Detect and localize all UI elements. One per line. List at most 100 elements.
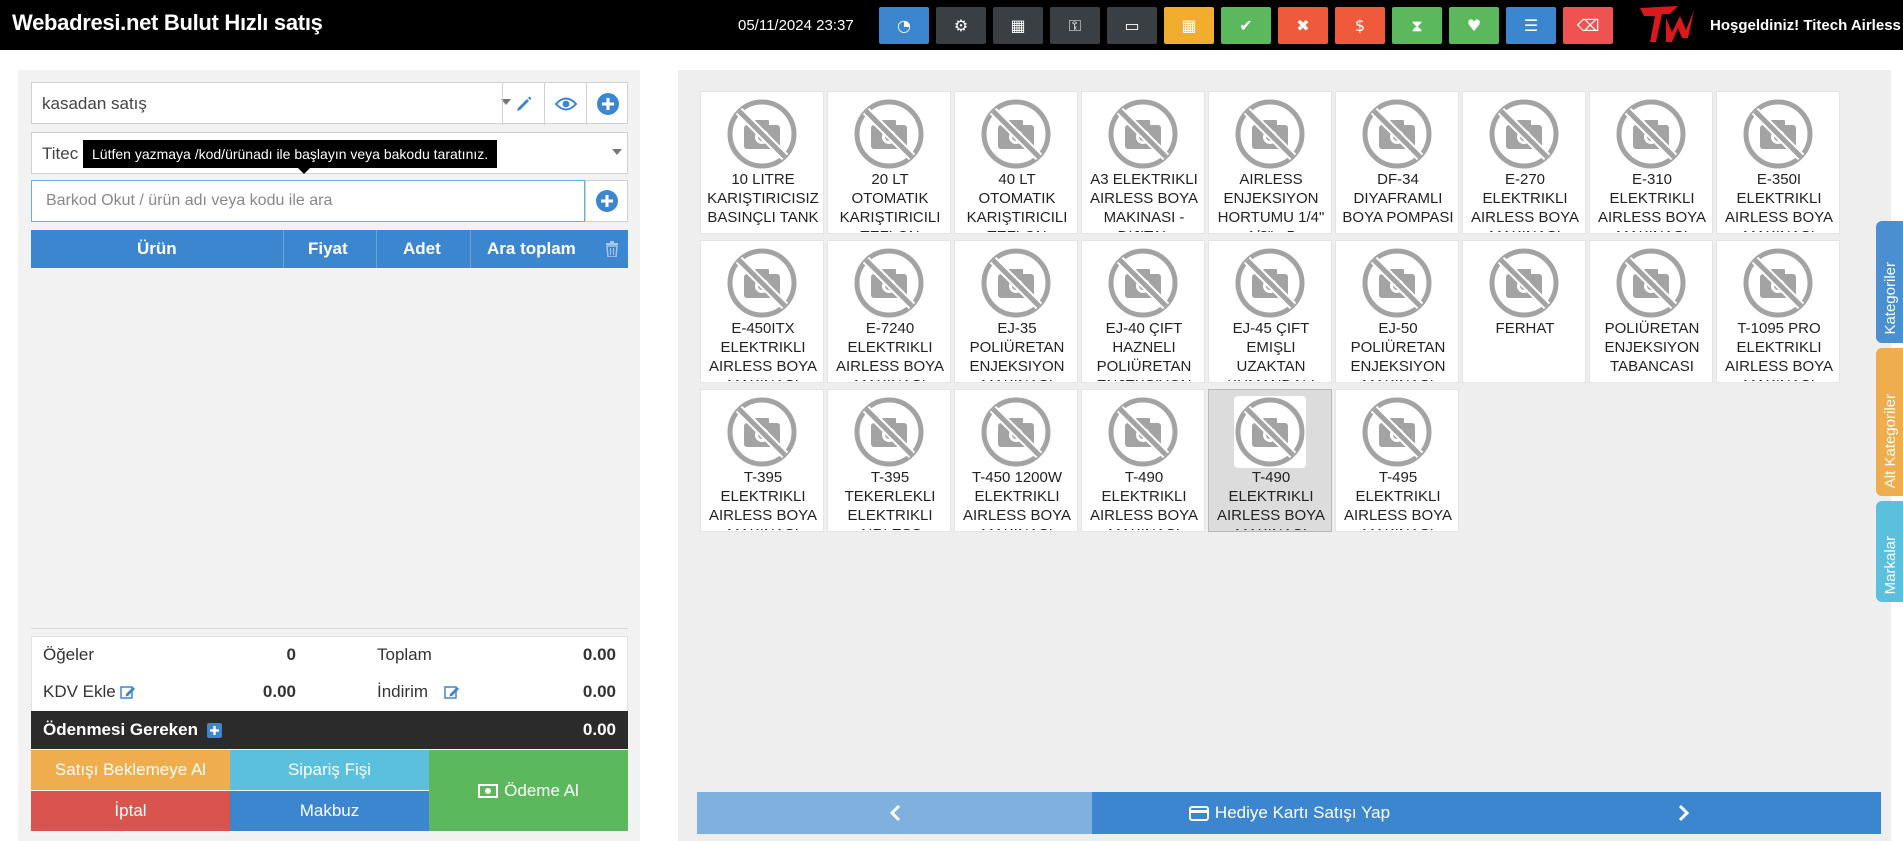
tab-categories[interactable]: Kategoriler (1876, 221, 1903, 343)
product-name: T-1095 PRO ELEKTRIKLI AIRLESS BOYA MAKIN… (1724, 320, 1834, 381)
hold-sale-button[interactable]: Satışı Beklemeye Al (31, 750, 230, 790)
welcome-text: Hoşgeldiniz! Titech Airless (1710, 17, 1901, 34)
no-image-icon (1615, 98, 1687, 170)
add-product-button[interactable] (585, 180, 628, 222)
product-card[interactable]: DF-34 DIYAFRAMLI BOYA POMPASI (1335, 91, 1459, 234)
datetime: 05/11/2024 23:37 (738, 17, 854, 34)
no-image-icon (1488, 247, 1560, 319)
brand-logo (1640, 6, 1694, 42)
product-card[interactable]: T-1095 PRO ELEKTRIKLI AIRLESS BOYA MAKIN… (1716, 240, 1840, 383)
toolbar-button-hourglass[interactable]: ⧗ (1392, 7, 1442, 44)
app-title: Webadresi.net Bulut Hızlı satış (12, 10, 323, 35)
product-card[interactable]: E-7240 ELEKTRIKLI AIRLESS BOYA MAKINASI (827, 240, 951, 383)
no-image-icon (726, 247, 798, 319)
product-card[interactable]: 10 LITRE KARIŞTIRICISIZ BASINÇLI TANK (700, 91, 824, 234)
previous-page-button[interactable] (697, 792, 1092, 834)
toolbar-button-calculator[interactable]: ▦ (993, 7, 1043, 44)
barcode-search-input[interactable] (31, 180, 585, 222)
plus-square-icon[interactable] (207, 723, 222, 738)
toolbar-button-settings[interactable]: ⚙ (936, 7, 986, 44)
toolbar-button-key[interactable]: ⚿ (1050, 7, 1100, 44)
grid-icon: ▦ (1181, 16, 1197, 35)
tab-subcategories[interactable]: Alt Kategoriler (1876, 348, 1903, 496)
product-name: T-395 TEKERLEKLI ELEKTRIKLI AIRLESS (844, 469, 936, 530)
total-label: Toplam (377, 645, 432, 664)
no-image-icon (1107, 396, 1179, 468)
chevron-left-icon (889, 804, 900, 822)
sale-type-select[interactable]: kasadan satış (42, 94, 147, 114)
add-sale-button[interactable] (586, 83, 628, 125)
toolbar-button-grid[interactable]: ▦ (1164, 7, 1214, 44)
toolbar-button-check-circle[interactable]: ✔ (1221, 7, 1271, 44)
plus-circle-icon (596, 93, 619, 115)
toolbar-button-laptop[interactable]: ▭ (1107, 7, 1157, 44)
product-name: E-270 ELEKTRIKLI AIRLESS BOYA MAKINASI (1470, 171, 1580, 232)
no-image-icon (980, 247, 1052, 319)
total-value: 0.00 (582, 645, 616, 664)
customer-select[interactable]: Titec (42, 144, 78, 164)
product-name: E-350I ELEKTRIKLI AIRLESS BOYA MAKINASI (1724, 171, 1834, 232)
key-icon: ⚿ (1068, 15, 1082, 35)
product-card[interactable]: 20 LT OTOMATIK KARIŞTIRICILI TEFLON (827, 91, 951, 234)
chevron-down-icon[interactable] (612, 149, 622, 155)
product-card[interactable]: 40 LT OTOMATIK KARIŞTIRICILI TEFLON (954, 91, 1078, 234)
items-label: Öğeler (43, 645, 95, 664)
product-card[interactable]: EJ-45 ÇIFT EMIŞLI UZAKTAN KUMANDALI (1208, 240, 1332, 383)
list-icon: ☰ (1523, 16, 1539, 35)
receipt-button[interactable]: Makbuz (230, 791, 429, 831)
product-name: T-395 ELEKTRIKLI AIRLESS BOYA MAKINASI (708, 469, 818, 530)
product-card[interactable]: E-450ITX ELEKTRIKLI AIRLESS BOYA MAKINAS… (700, 240, 824, 383)
product-name: T-490 ELEKTRIKLI AIRLESS BOYA MAKINASI (1089, 469, 1199, 530)
next-page-button[interactable] (1487, 792, 1881, 834)
no-image-icon (726, 396, 798, 468)
product-card[interactable]: E-350I ELEKTRIKLI AIRLESS BOYA MAKINASI (1716, 91, 1840, 234)
product-card[interactable]: E-310 ELEKTRIKLI AIRLESS BOYA MAKINASI (1589, 91, 1713, 234)
toolbar-button-eraser[interactable]: ⌫ (1563, 7, 1613, 44)
product-name: DF-34 DIYAFRAMLI BOYA POMPASI (1342, 171, 1454, 226)
sale-type-row: kasadan satış (31, 82, 628, 125)
toolbar-button-heart[interactable]: ♥ (1449, 7, 1499, 44)
product-card[interactable]: T-490 ELEKTRIKLI AIRLESS BOYA MAKINASI (1081, 389, 1205, 532)
product-name: T-495 ELEKTRIKLI AIRLESS BOYA MAKINASI (1343, 469, 1453, 530)
edit-discount-icon[interactable] (444, 684, 460, 700)
order-slip-button[interactable]: Sipariş Fişi (230, 750, 429, 790)
product-card[interactable]: A3 ELEKTRIKLI AIRLESS BOYA MAKINASI - DI… (1081, 91, 1205, 234)
no-image-icon (853, 98, 925, 170)
tab-brands[interactable]: Markalar (1876, 501, 1903, 602)
product-card[interactable]: FERHAT (1462, 240, 1586, 383)
cart-table-header: Ürün Fiyat Adet Ara toplam (31, 230, 628, 268)
product-card[interactable]: T-490 ELEKTRIKLI AIRLESS BOYA MAKINASI (1208, 389, 1332, 532)
product-card[interactable]: T-395 TEKERLEKLI ELEKTRIKLI AIRLESS (827, 389, 951, 532)
product-name: AIRLESS ENJEKSIYON HORTUMU 1/4" 1/8" - 5 (1217, 171, 1325, 232)
edit-sale-button[interactable] (502, 83, 544, 125)
product-card[interactable]: T-395 ELEKTRIKLI AIRLESS BOYA MAKINASI (700, 389, 824, 532)
product-card[interactable]: E-270 ELEKTRIKLI AIRLESS BOYA MAKINASI (1462, 91, 1586, 234)
no-image-icon (1361, 98, 1433, 170)
view-sale-button[interactable] (544, 83, 586, 125)
no-image-icon (1234, 396, 1306, 468)
trash-icon[interactable] (605, 241, 619, 257)
pencil-icon (516, 96, 531, 111)
check-circle-icon: ✔ (1239, 16, 1253, 35)
gift-card-label: Hediye Kartı Satışı Yap (1214, 803, 1391, 822)
product-card[interactable]: POLIÜRETAN ENJEKSIYON TABANCASI (1589, 240, 1713, 383)
gift-card-sale-button[interactable]: Hediye Kartı Satışı Yap (1092, 792, 1487, 834)
product-card[interactable]: AIRLESS ENJEKSIYON HORTUMU 1/4" 1/8" - 5 (1208, 91, 1332, 234)
no-image-icon (726, 98, 798, 170)
cancel-button[interactable]: İptal (31, 791, 230, 831)
product-card[interactable]: T-495 ELEKTRIKLI AIRLESS BOYA MAKINASI (1335, 389, 1459, 532)
tab-subcategories-label: Alt Kategoriler (1882, 393, 1899, 488)
toolbar-button-list[interactable]: ☰ (1506, 7, 1556, 44)
edit-vat-icon[interactable] (120, 684, 136, 700)
toolbar-button-close-circle[interactable]: ✖ (1278, 7, 1328, 44)
product-card[interactable]: EJ-35 POLIÜRETAN ENJEKSIYON MAKINASI (954, 240, 1078, 383)
product-card[interactable]: EJ-50 POLIÜRETAN ENJEKSIYON MAKINASI (1335, 240, 1459, 383)
no-image-icon (1615, 247, 1687, 319)
product-card[interactable]: EJ-40 ÇIFT HAZNELI POLIÜRETAN ENJEKSIYON (1081, 240, 1205, 383)
product-card[interactable]: T-450 1200W ELEKTRIKLI AIRLESS BOYA MAKI… (954, 389, 1078, 532)
toolbar-button-dollar[interactable]: $ (1335, 7, 1385, 44)
sale-panel: kasadan satış Titec Lütfen yazmaya /kod/… (18, 70, 640, 841)
product-name: T-450 1200W ELEKTRIKLI AIRLESS BOYA MAKI… (962, 469, 1072, 530)
payment-button[interactable]: Ödeme Al (429, 750, 628, 831)
toolbar-button-dashboard[interactable]: ◔ (879, 7, 929, 44)
